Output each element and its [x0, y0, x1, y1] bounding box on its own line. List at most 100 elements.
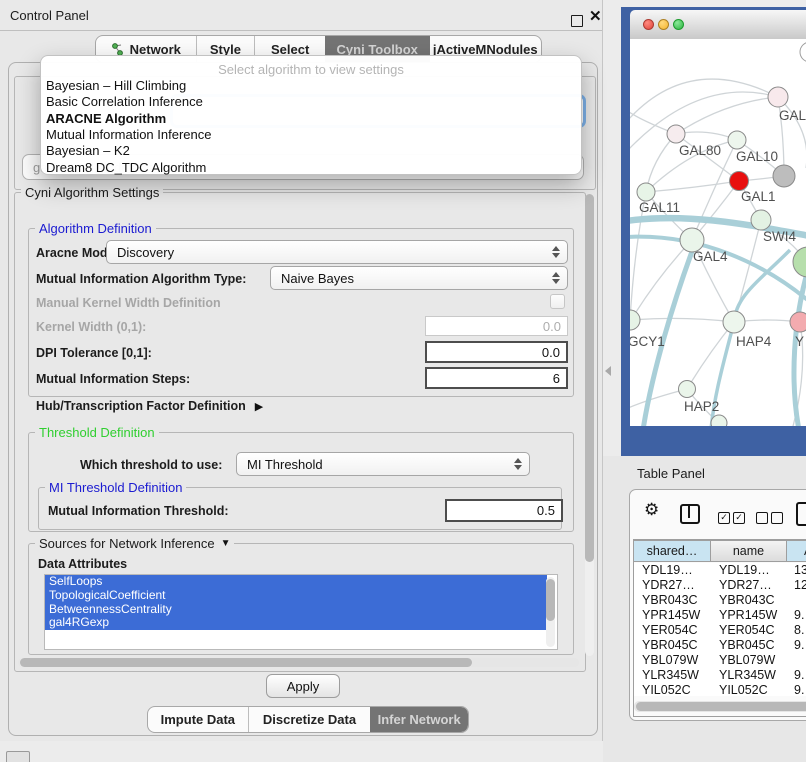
popup-item[interactable]: Bayesian – Hill Climbing	[46, 78, 186, 94]
column-header-clipped[interactable]: A	[787, 540, 806, 562]
which-threshold-combobox[interactable]: MI Threshold	[236, 452, 530, 476]
kernel-width-field[interactable]: 0.0	[425, 316, 568, 336]
cell: YBR045C	[634, 638, 711, 653]
tab-discretize-data[interactable]: Discretize Data	[249, 707, 371, 732]
document-icon[interactable]	[796, 502, 806, 526]
network-node-clipped[interactable]	[800, 42, 806, 62]
select-none-button[interactable]	[756, 512, 783, 524]
cell: YER054C	[711, 623, 787, 638]
data-attributes-list[interactable]: SelfLoops TopologicalCoefficient Between…	[44, 574, 558, 650]
network-node-gal-top[interactable]	[768, 87, 788, 107]
minimize-traffic-light-icon[interactable]	[658, 19, 669, 30]
dpi-tolerance-field[interactable]: 0.0	[425, 341, 568, 363]
control-panel-window: Control Panel ✕ Network Style Select	[0, 0, 603, 741]
float-window-icon[interactable]	[571, 15, 583, 27]
network-node-gray[interactable]	[773, 165, 795, 187]
aracne-mode-combobox[interactable]: Discovery	[106, 240, 568, 264]
tab-label: Infer Network	[378, 712, 461, 727]
panel-title: Control Panel	[10, 8, 89, 23]
group-title: Threshold Definition	[35, 425, 159, 440]
popup-item[interactable]: Bayesian – K2	[46, 143, 130, 159]
network-graph: GAL GAL80 GAL10 GAL1 GAL11 SWI4 GAL4 GCY…	[630, 39, 806, 426]
mi-type-combobox[interactable]: Naive Bayes	[270, 266, 568, 290]
tab-impute-data[interactable]: Impute Data	[148, 707, 249, 732]
settings-horizontal-scrollbar[interactable]	[18, 658, 579, 667]
network-node-gal80[interactable]	[667, 125, 685, 143]
dpi-tolerance-label: DPI Tolerance [0,1]:	[36, 346, 152, 360]
column-header-shared[interactable]: shared…	[634, 540, 711, 562]
table-row[interactable]: YER054CYER054C8.	[634, 623, 806, 638]
which-threshold-label: Which threshold to use:	[80, 458, 222, 472]
table-body[interactable]: YDL19…YDL19…13 YDR27…YDR27…12 YBR043CYBR…	[634, 563, 806, 696]
tab-label: Impute Data	[161, 712, 235, 727]
popup-placeholder: Select algorithm to view settings	[41, 62, 581, 77]
list-item-selected[interactable]: gal4RGexp	[45, 616, 547, 630]
network-node-bottom[interactable]	[711, 415, 727, 426]
table-row[interactable]: YBR043CYBR043C	[634, 593, 806, 608]
combobox-value: Discovery	[117, 245, 174, 260]
node-label: GAL1	[741, 189, 776, 204]
network-view[interactable]: GAL GAL80 GAL10 GAL1 GAL11 SWI4 GAL4 GCY…	[630, 39, 806, 426]
network-node-pink[interactable]	[790, 312, 806, 332]
unchecked-box-icon	[771, 512, 783, 524]
tab-infer-network[interactable]: Infer Network	[370, 707, 468, 732]
cell	[787, 593, 806, 608]
node-label: HAP4	[736, 334, 772, 349]
minimized-panel-icon[interactable]	[6, 751, 30, 762]
column-header-name[interactable]: name	[711, 540, 787, 562]
cell: YLR345W	[634, 668, 711, 683]
network-node-gcy1[interactable]	[630, 310, 640, 330]
control-panel-titlebar: Control Panel ✕	[0, 0, 602, 31]
table-row[interactable]: YBR045CYBR045C9.	[634, 638, 806, 653]
hub-definition-toggle[interactable]: Hub/Transcription Factor Definition ▶	[36, 399, 263, 413]
network-node-hap2[interactable]	[679, 381, 696, 398]
list-item-selected[interactable]: BetweennessCentrality	[45, 603, 547, 617]
cell: YDL19…	[711, 563, 787, 578]
network-window-titlebar	[630, 10, 806, 40]
node-label: GCY1	[630, 334, 665, 349]
popup-item[interactable]: Basic Correlation Inference	[46, 94, 203, 110]
group-title: MI Threshold Definition	[45, 480, 186, 495]
splitter-collapse-icon[interactable]	[605, 366, 611, 376]
manual-kernel-label: Manual Kernel Width Definition	[36, 296, 221, 310]
network-node-gal11[interactable]	[637, 183, 655, 201]
table-row[interactable]: YBL079WYBL079W	[634, 653, 806, 668]
stepper-arrows-icon	[552, 246, 560, 258]
cell: YDL19…	[634, 563, 711, 578]
manual-kernel-checkbox[interactable]	[550, 294, 565, 309]
table-row[interactable]: YIL052CYIL052C9.	[634, 683, 806, 696]
list-item-selected[interactable]: TopologicalCoefficient	[45, 589, 547, 603]
network-node-swi4[interactable]	[751, 210, 771, 230]
cell: YBR045C	[711, 638, 787, 653]
sources-toggle[interactable]: Sources for Network Inference ▼	[35, 536, 234, 551]
cell: YER054C	[634, 623, 711, 638]
stepper-arrows-icon	[514, 458, 522, 470]
gear-icon[interactable]: ⚙	[644, 500, 659, 520]
close-icon[interactable]: ✕	[589, 7, 602, 25]
columns-icon[interactable]	[680, 504, 700, 524]
close-traffic-light-icon[interactable]	[643, 19, 654, 30]
zoom-traffic-light-icon[interactable]	[673, 19, 684, 30]
table-horizontal-scrollbar[interactable]	[634, 701, 806, 712]
network-node-big-green[interactable]	[793, 247, 806, 277]
network-node-gal1[interactable]	[730, 172, 749, 191]
network-node-hap4[interactable]	[723, 311, 745, 333]
popup-item[interactable]: Mutual Information Inference	[46, 127, 211, 143]
table-row[interactable]: YPR145WYPR145W9.	[634, 608, 806, 623]
apply-button[interactable]: Apply	[266, 674, 340, 698]
algorithm-popup: Select algorithm to view settings Bayesi…	[40, 55, 582, 175]
mi-threshold-field[interactable]: 0.5	[445, 499, 563, 522]
table-row[interactable]: YDL19…YDL19…13	[634, 563, 806, 578]
table-row[interactable]: YLR345WYLR345W9.	[634, 668, 806, 683]
popup-item[interactable]: Dream8 DC_TDC Algorithm	[46, 160, 206, 176]
popup-item-selected[interactable]: ARACNE Algorithm	[46, 111, 166, 127]
node-label: Y	[795, 334, 804, 349]
table-row[interactable]: YDR27…YDR27…12	[634, 578, 806, 593]
list-item-selected[interactable]: SelfLoops	[45, 575, 547, 589]
network-node-gal10[interactable]	[728, 131, 746, 149]
list-vertical-scrollbar[interactable]	[546, 577, 555, 647]
settings-vertical-scrollbar[interactable]	[585, 194, 594, 656]
mi-steps-field[interactable]: 6	[425, 367, 568, 389]
group-title: Cyni Algorithm Settings	[21, 185, 163, 200]
select-all-button[interactable]: ✓ ✓	[718, 512, 745, 524]
